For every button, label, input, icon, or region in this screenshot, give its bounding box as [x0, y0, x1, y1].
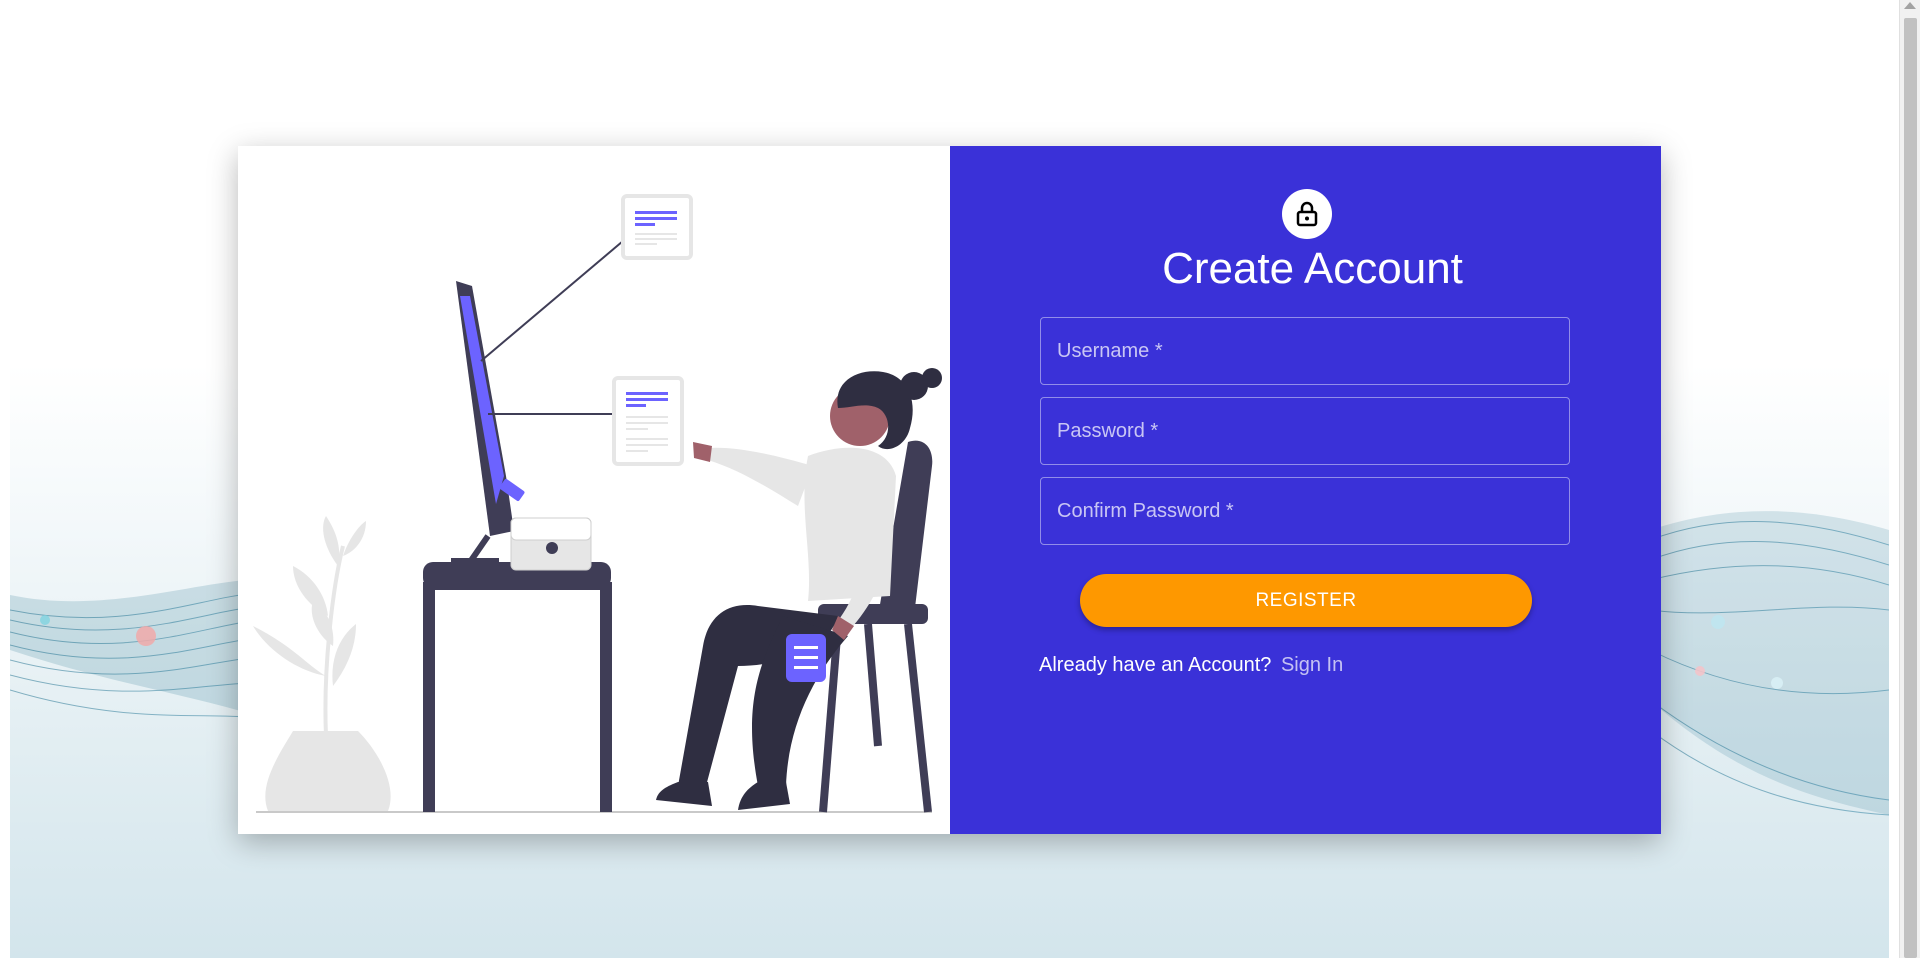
- person-at-computer-illustration: [253, 194, 942, 813]
- scrollbar-thumb[interactable]: [1904, 18, 1917, 958]
- confirm-password-input[interactable]: [1041, 478, 1569, 544]
- lock-avatar: [1282, 189, 1332, 239]
- signin-prompt: Already have an Account?: [1039, 654, 1272, 676]
- vertical-scrollbar[interactable]: [1899, 0, 1920, 958]
- illustration-panel: [238, 146, 950, 834]
- signin-row: Already have an Account? Sign In: [1039, 654, 1343, 677]
- password-field[interactable]: [1040, 397, 1570, 465]
- lock-icon: [1296, 201, 1318, 227]
- password-input[interactable]: [1041, 398, 1569, 464]
- signin-link[interactable]: Sign In: [1281, 654, 1343, 676]
- register-form-panel: Create Account REGISTER Already have an …: [950, 146, 1661, 834]
- username-field[interactable]: [1040, 317, 1570, 385]
- confirm-password-field[interactable]: [1040, 477, 1570, 545]
- username-input[interactable]: [1041, 318, 1569, 384]
- scroll-up-arrow-icon[interactable]: [1904, 2, 1916, 9]
- register-button[interactable]: REGISTER: [1080, 574, 1532, 627]
- page-title: Create Account: [1162, 244, 1463, 293]
- register-card: Create Account REGISTER Already have an …: [238, 146, 1661, 834]
